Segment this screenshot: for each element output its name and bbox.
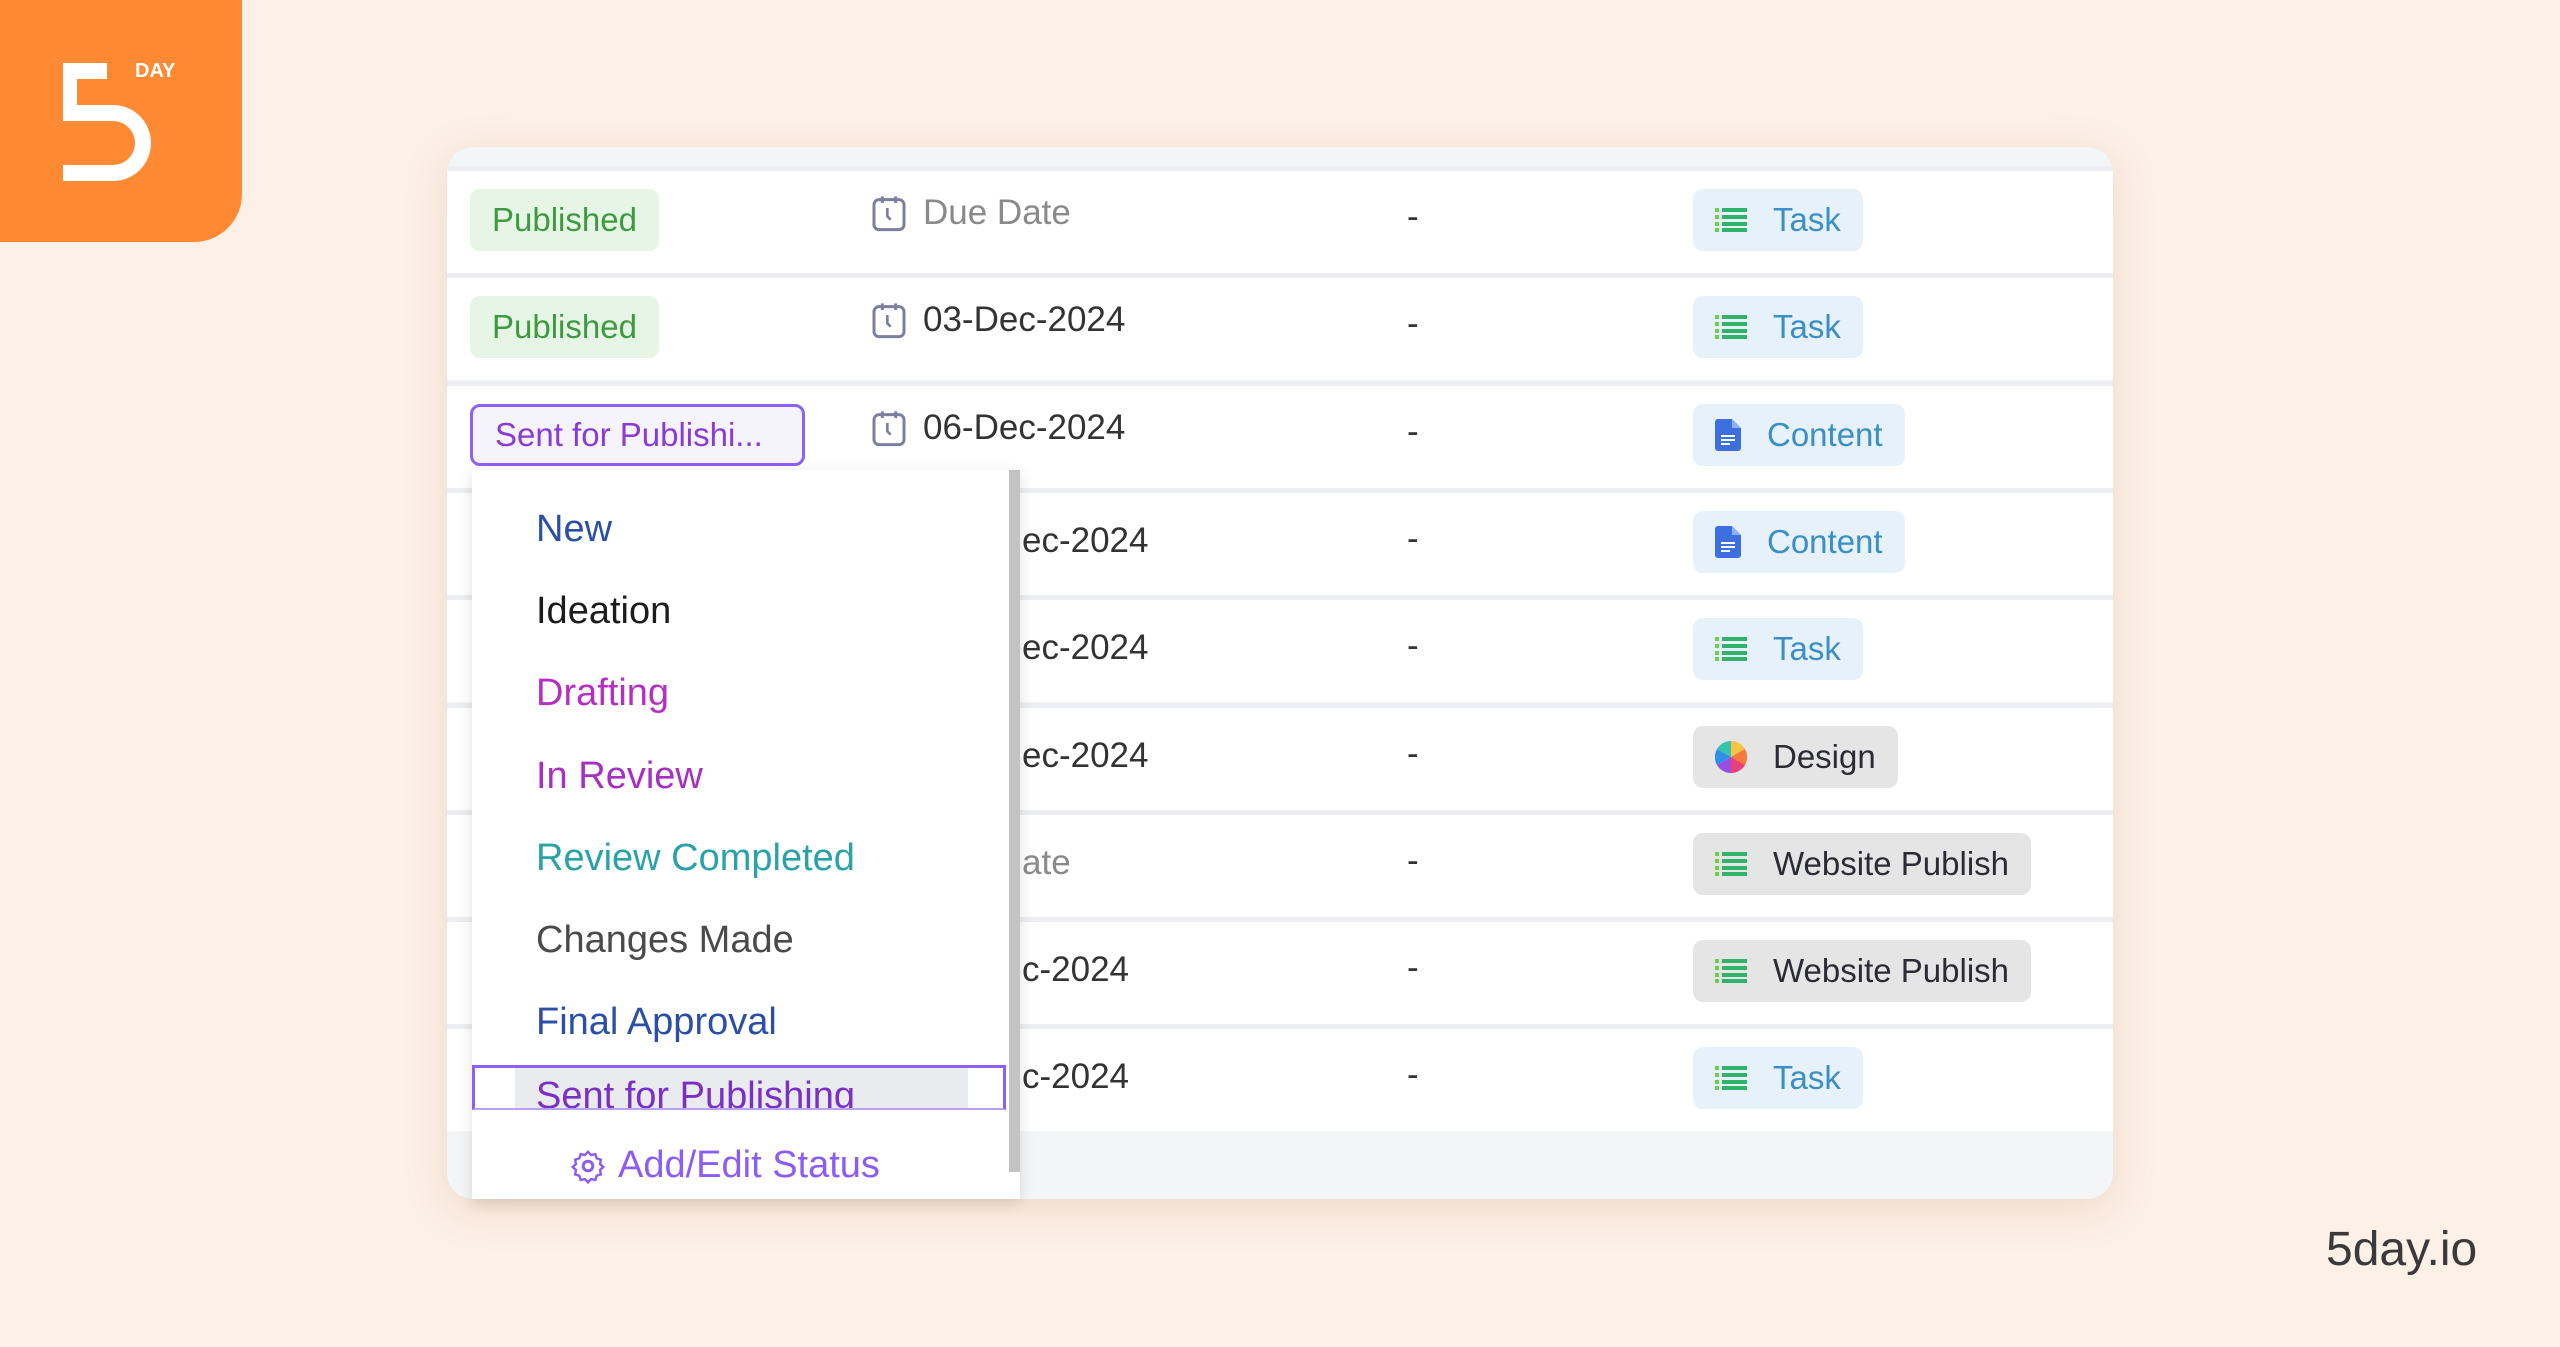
- due-date-text: 06-Dec-2024: [923, 407, 1126, 447]
- due-date-text[interactable]: ec-2024: [1022, 521, 1148, 561]
- document-icon: [1715, 525, 1741, 558]
- empty-cell: -: [1407, 626, 1419, 666]
- calendar-clock-icon: [872, 410, 906, 446]
- dropdown-scrollbar[interactable]: [1009, 470, 1020, 1172]
- five-day-logo-icon: DAY: [63, 60, 176, 181]
- type-label: Task: [1773, 308, 1841, 346]
- status-badge[interactable]: Sent for Publishi...: [470, 403, 805, 466]
- due-date-text[interactable]: ec-2024: [1022, 628, 1148, 668]
- due-date-text: 03-Dec-2024: [923, 300, 1126, 340]
- type-label: Website Publish: [1773, 844, 2010, 882]
- dropdown-option-selected[interactable]: Sent for Publishing: [472, 1065, 1006, 1110]
- dropdown-option[interactable]: Drafting: [536, 668, 669, 718]
- type-badge[interactable]: Website Publish: [1693, 832, 2032, 895]
- empty-cell: -: [1407, 1055, 1419, 1095]
- color-wheel-icon: [1715, 740, 1747, 773]
- type-badge[interactable]: Task: [1693, 296, 1863, 359]
- brand-logo: DAY: [0, 0, 242, 242]
- type-label: Content: [1767, 415, 1883, 453]
- add-edit-status-button[interactable]: Add/Edit Status: [570, 1144, 880, 1187]
- table-row[interactable]: Published Due Date - Task: [447, 166, 2113, 273]
- type-badge[interactable]: Content: [1693, 510, 1905, 573]
- svg-text:DAY: DAY: [135, 60, 176, 82]
- status-dropdown[interactable]: New Ideation Drafting In Review Review Compl…: [472, 470, 1020, 1199]
- type-label: Design: [1773, 737, 1876, 775]
- dropdown-option[interactable]: New: [536, 504, 612, 554]
- empty-cell: -: [1407, 518, 1419, 558]
- list-icon: [1715, 314, 1747, 340]
- type-label: Task: [1773, 201, 1841, 238]
- dropdown-option[interactable]: Final Approval: [536, 997, 777, 1047]
- option-label: Sent for Publishing: [536, 1075, 855, 1110]
- type-badge[interactable]: Task: [1693, 189, 1863, 251]
- type-badge[interactable]: Website Publish: [1693, 940, 2032, 1003]
- status-badge[interactable]: Published: [470, 296, 659, 359]
- document-icon: [1715, 418, 1741, 451]
- site-url: 5day.io: [2326, 1223, 2478, 1276]
- type-badge[interactable]: Task: [1693, 618, 1863, 681]
- dropdown-option[interactable]: Changes Made: [536, 915, 794, 965]
- empty-cell: -: [1407, 411, 1419, 451]
- due-date-text[interactable]: ate: [1022, 843, 1071, 883]
- type-badge[interactable]: Content: [1693, 403, 1905, 466]
- calendar-clock-icon: [872, 303, 906, 339]
- empty-cell: -: [1407, 304, 1419, 344]
- due-date-text[interactable]: c-2024: [1022, 1057, 1129, 1097]
- empty-cell: -: [1407, 840, 1419, 880]
- due-date-field[interactable]: 03-Dec-2024: [869, 300, 1125, 340]
- dropdown-option[interactable]: Review Completed: [536, 833, 855, 883]
- status-badge[interactable]: Published: [470, 189, 659, 251]
- dropdown-option[interactable]: Ideation: [536, 586, 671, 636]
- type-label: Website Publish: [1773, 952, 2010, 990]
- due-date-field[interactable]: 06-Dec-2024: [869, 408, 1125, 448]
- add-edit-status-label: Add/Edit Status: [618, 1144, 880, 1186]
- dropdown-option[interactable]: In Review: [536, 751, 703, 801]
- list-icon: [1715, 851, 1747, 877]
- due-date-text[interactable]: c-2024: [1022, 950, 1129, 990]
- list-icon: [1715, 958, 1747, 984]
- due-date-field[interactable]: Due Date: [869, 193, 1071, 233]
- calendar-clock-icon: [872, 196, 906, 232]
- type-label: Content: [1767, 522, 1883, 560]
- gear-icon: [570, 1149, 606, 1184]
- type-label: Task: [1773, 630, 1841, 668]
- empty-cell: -: [1407, 733, 1419, 773]
- list-icon: [1715, 207, 1747, 233]
- empty-cell: -: [1407, 948, 1419, 988]
- list-icon: [1715, 1065, 1747, 1091]
- type-badge[interactable]: Design: [1693, 725, 1898, 788]
- type-label: Task: [1773, 1059, 1841, 1097]
- list-icon: [1715, 636, 1747, 662]
- type-badge[interactable]: Task: [1693, 1047, 1863, 1110]
- table-row[interactable]: Published 03-Dec-2024 - Task: [447, 273, 2113, 381]
- empty-cell: -: [1407, 197, 1419, 236]
- due-date-text[interactable]: ec-2024: [1022, 736, 1148, 776]
- due-date-text: Due Date: [923, 193, 1071, 232]
